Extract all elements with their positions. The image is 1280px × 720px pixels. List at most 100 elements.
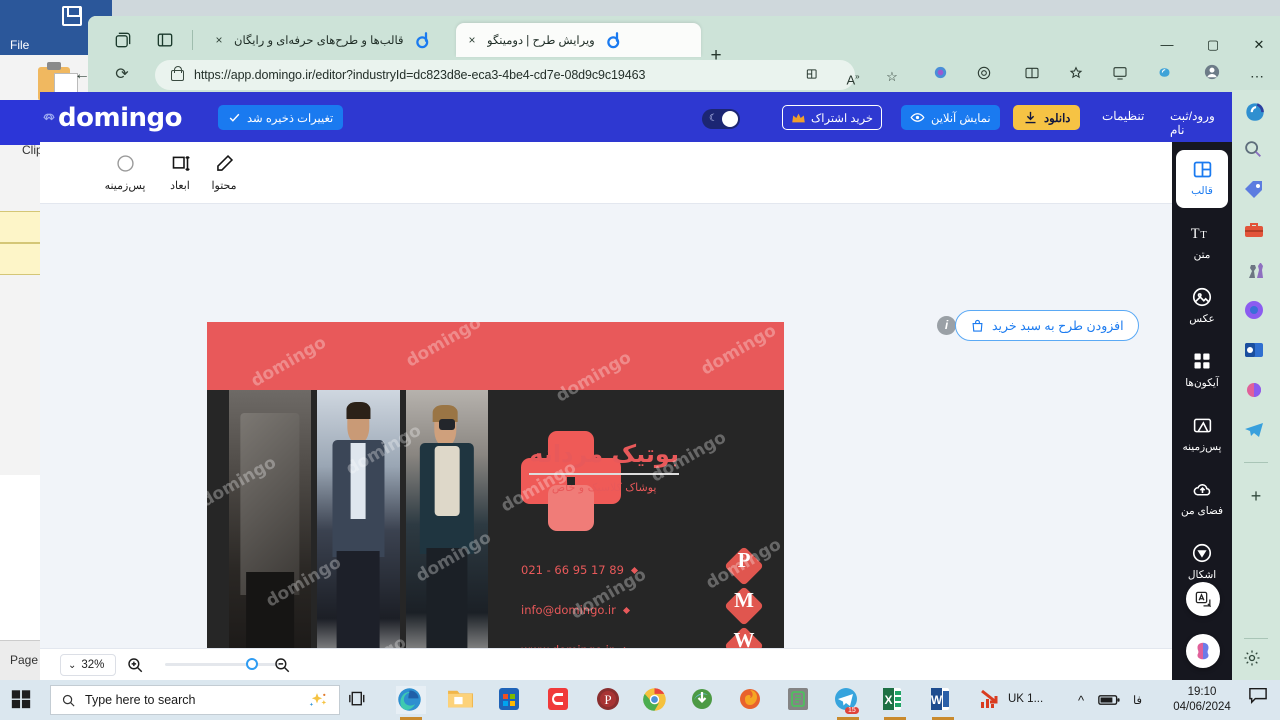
taskbar-internet-download-manager-icon[interactable]: [689, 686, 719, 714]
tool-background[interactable]: پس‌زمینه: [97, 151, 153, 192]
window-maximize-button[interactable]: ▢: [1191, 32, 1235, 58]
browser-tab-1[interactable]: × ویرایش طرح | دومینگو: [456, 23, 701, 57]
svg-text:X: X: [884, 693, 892, 707]
stocks-down-icon[interactable]: [978, 686, 1008, 714]
taskbar-file-explorer-icon[interactable]: [447, 686, 477, 714]
taskbar-telegram-icon[interactable]: 15: [833, 686, 863, 720]
tab-close-icon[interactable]: ×: [464, 32, 480, 48]
browser-apps-icon[interactable]: [1106, 62, 1134, 90]
task-view-icon[interactable]: [348, 690, 370, 710]
dark-mode-toggle[interactable]: ☾: [702, 109, 740, 129]
copilot-icon[interactable]: [1150, 62, 1178, 90]
online-preview-button[interactable]: نمایش آنلاین: [901, 105, 1000, 130]
sidebar-item-my-space[interactable]: فضای من: [1176, 470, 1228, 528]
save-icon[interactable]: [62, 6, 82, 26]
canvas-area[interactable]: i افزودن طرح به سبد خرید بوتیک مردانه پو…: [40, 204, 1172, 680]
outlook-icon[interactable]: [1242, 338, 1270, 366]
games-icon[interactable]: [1242, 258, 1270, 286]
sidebar-item-icons[interactable]: آیکون‌ها: [1176, 342, 1228, 400]
sidebar-item-image[interactable]: عکس: [1176, 278, 1228, 336]
tab-actions-icon[interactable]: [110, 28, 136, 52]
taskbar-notepad-icon[interactable]: [786, 686, 816, 714]
office-icon[interactable]: [1242, 298, 1270, 326]
app-logo[interactable]: domingo: [58, 103, 182, 133]
card-top-band: [207, 322, 784, 390]
sidebar-item-template[interactable]: قالب: [1176, 150, 1228, 208]
taskbar-word-icon[interactable]: W: [928, 686, 958, 720]
zoom-slider-track[interactable]: [165, 663, 280, 666]
collections-icon[interactable]: [926, 62, 954, 90]
taskbar-clock[interactable]: 19:10 04/06/2024: [1164, 685, 1240, 715]
download-button[interactable]: دانلود: [1013, 105, 1081, 130]
redo-button[interactable]: ↷: [40, 109, 58, 127]
split-screen-icon[interactable]: [801, 66, 823, 88]
zoom-bar: ⌄ 32%: [40, 648, 1172, 680]
stock-ticker-label[interactable]: UK 1...: [1008, 693, 1043, 705]
browser-tab-0[interactable]: × قالب‌ها و طرح‌های حرفه‌ای و رایگان: [203, 23, 448, 57]
shopping-tag-icon[interactable]: [1242, 178, 1270, 206]
tools-icon[interactable]: [1242, 218, 1270, 246]
buy-subscription-button[interactable]: خرید اشتراک: [782, 105, 883, 130]
taskbar-firefox-icon[interactable]: [737, 686, 767, 714]
tool-dimensions[interactable]: ابعاد: [152, 151, 208, 192]
taskbar-chrome-icon[interactable]: [641, 686, 671, 714]
clock-time: 19:10: [1187, 686, 1217, 698]
settings-more-icon[interactable]: ⋯: [1243, 62, 1271, 90]
taskbar-search-box[interactable]: Type here to search: [50, 685, 340, 715]
word-file-menu[interactable]: File: [10, 38, 29, 52]
favorite-star-icon[interactable]: ☆: [881, 66, 903, 88]
tab-close-icon[interactable]: ×: [211, 32, 227, 48]
address-bar[interactable]: https://app.domingo.ir/editor?industryId…: [155, 60, 855, 90]
info-icon[interactable]: i: [937, 316, 956, 335]
taskbar-camtasia-icon[interactable]: [546, 686, 576, 714]
url-text: https://app.domingo.ir/editor?industryId…: [194, 68, 646, 82]
contact-bullet-icon: [622, 606, 630, 614]
battery-icon[interactable]: [1098, 686, 1128, 714]
profile-icon[interactable]: [1198, 62, 1226, 90]
taskbar-microsoft-store-icon[interactable]: [497, 686, 527, 714]
business-card-design[interactable]: بوتیک مردانه پوشاک کلاسیک و خاص P 021 - …: [207, 322, 784, 680]
search-icon: [62, 694, 75, 707]
designer-icon[interactable]: [1242, 378, 1270, 406]
edge-sidebar-rail: +: [1232, 90, 1280, 680]
account-link[interactable]: ورود/ثبت نام: [1170, 109, 1232, 137]
add-icon[interactable]: +: [1242, 482, 1270, 510]
ai-assistant-button[interactable]: [1186, 634, 1220, 668]
tray-chevron-icon[interactable]: ^: [1078, 693, 1084, 708]
zoom-in-icon[interactable]: [126, 656, 144, 674]
saved-status-button[interactable]: تغییرات ذخیره شد: [218, 105, 344, 130]
favorites-icon[interactable]: [1062, 62, 1090, 90]
translate-button[interactable]: [1186, 582, 1220, 616]
contact-bullet-icon: [630, 566, 638, 574]
telegram-icon[interactable]: [1242, 418, 1270, 446]
sidebar-item-text[interactable]: TT متن: [1176, 214, 1228, 272]
add-to-cart-button[interactable]: افزودن طرح به سبد خرید: [955, 310, 1139, 341]
sidebar-item-background[interactable]: پس‌زمینه: [1176, 406, 1228, 464]
zoom-slider-handle[interactable]: [246, 658, 258, 670]
zoom-out-icon[interactable]: [273, 656, 291, 674]
copilot-sparkle-icon: [309, 693, 327, 707]
browser-essentials-icon[interactable]: [970, 62, 998, 90]
rail-divider: [1244, 638, 1268, 639]
window-minimize-button[interactable]: —: [1145, 32, 1189, 58]
read-aloud-icon[interactable]: A»: [842, 66, 864, 88]
sidebar-item-text-label: متن: [1193, 249, 1211, 261]
resize-icon: [152, 151, 208, 175]
windows-start-icon[interactable]: [10, 688, 36, 712]
tab-search-icon[interactable]: [152, 28, 178, 52]
taskbar-edge-icon[interactable]: [396, 686, 426, 720]
copilot-icon[interactable]: [1242, 98, 1270, 126]
zoom-percent-dropdown[interactable]: ⌄ 32%: [60, 654, 116, 676]
taskbar-photoscape-icon[interactable]: P: [595, 686, 625, 714]
settings-link[interactable]: تنظیمات: [1102, 109, 1144, 123]
search-icon[interactable]: [1242, 138, 1270, 166]
rail-settings-icon[interactable]: [1242, 648, 1270, 676]
language-indicator[interactable]: فا: [1133, 693, 1142, 707]
notification-icon[interactable]: [1248, 686, 1278, 714]
reload-button[interactable]: ⟳: [106, 59, 138, 91]
back-button[interactable]: ←: [66, 59, 98, 91]
split-screen-icon[interactable]: [1018, 62, 1046, 90]
app-top-bar: domingo تغییرات ذخیره شد ↶ ↷ ☾ خرید اشتر…: [40, 92, 1232, 142]
taskbar-excel-icon[interactable]: X: [880, 686, 910, 720]
window-close-button[interactable]: ✕: [1237, 32, 1280, 58]
